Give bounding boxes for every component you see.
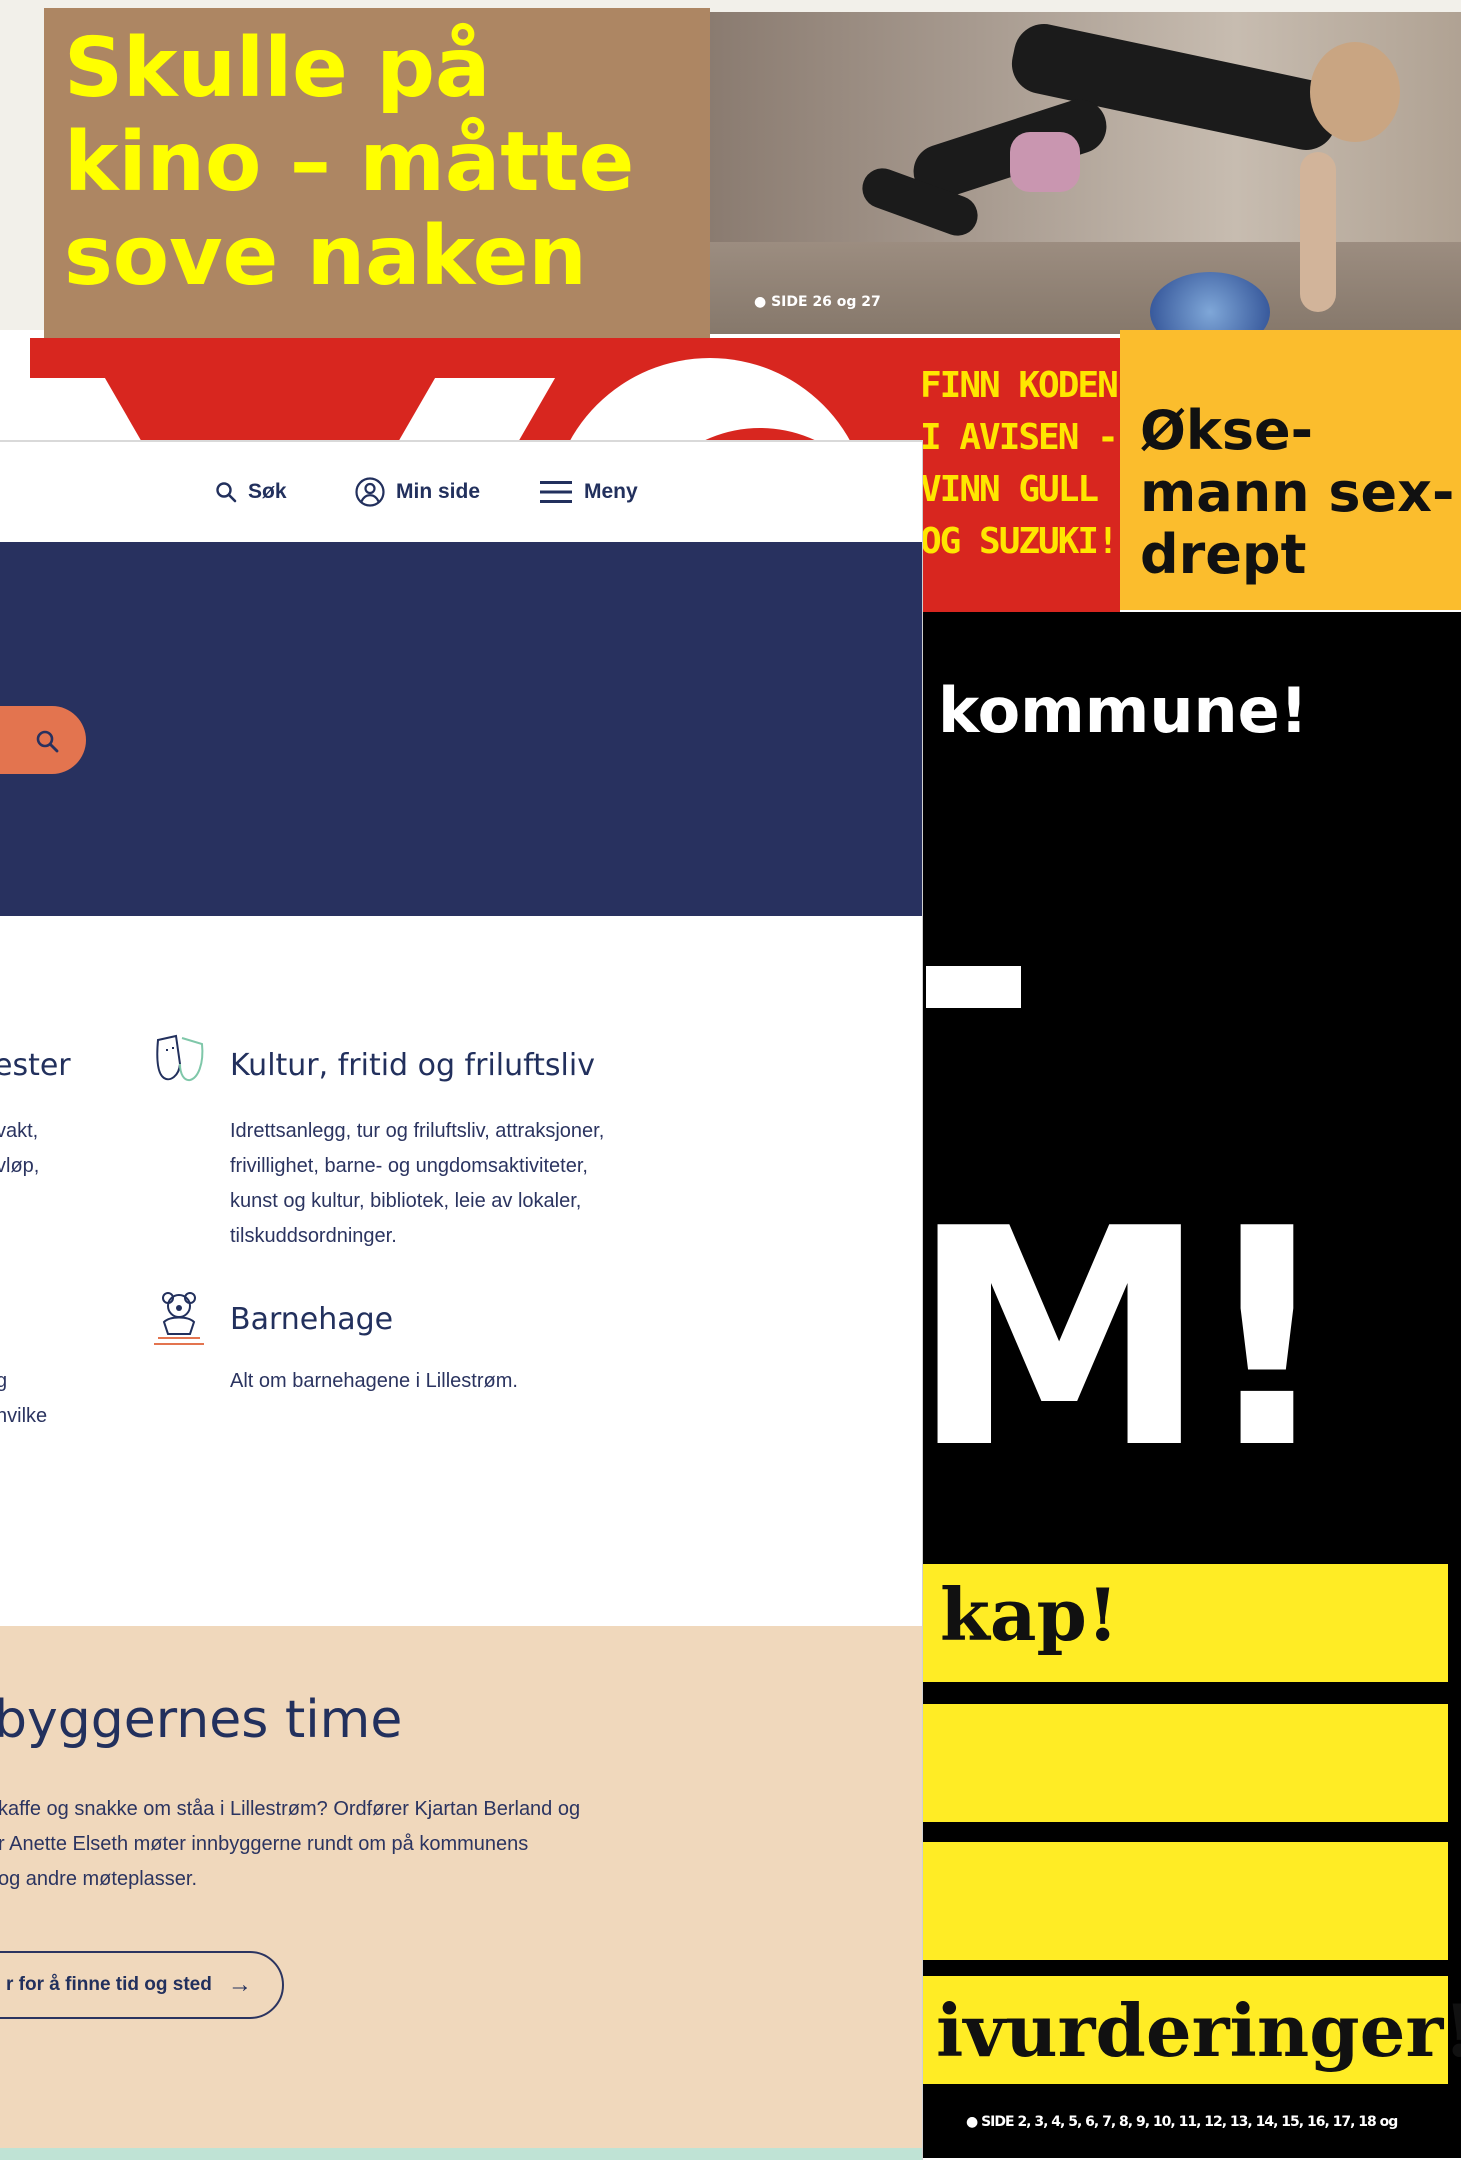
tile-title-kultur[interactable]: Kultur, fritid og friluftsliv: [230, 1048, 595, 1083]
photo-floor: [710, 242, 1461, 334]
woman-figure-arm: [1300, 152, 1336, 312]
next-section-edge: [0, 2148, 922, 2160]
headline-line: Økse-: [1140, 399, 1313, 462]
headline-line: mann sex-: [1140, 461, 1455, 524]
innbyggernes-time-text: kaffe og snakke om ståa i Lillestrøm? Or…: [0, 1792, 638, 1897]
promo-line: OG SUZUKI!: [920, 521, 1119, 562]
menu-button[interactable]: Meny: [540, 472, 638, 512]
page-references: ● SIDE 2, 3, 4, 5, 6, 7, 8, 9, 10, 11, 1…: [966, 2114, 1398, 2130]
kap-headline: kap!: [940, 1572, 1119, 1657]
tile-text-barnehage: Alt om barnehagene i Lillestrøm.: [230, 1364, 518, 1399]
resistance-band: [1010, 132, 1080, 192]
headline-line: drept: [1140, 523, 1307, 586]
user-circle-icon: [355, 477, 385, 507]
tile-text-clipped-lower: g nvilke: [0, 1364, 47, 1434]
giant-headline: M!: [910, 1165, 1335, 1514]
my-page-label: Min side: [396, 480, 481, 503]
service-tiles-section: ester vakt, vløp, Kultur, fritid og fril…: [0, 916, 922, 1626]
ivurderinger-headline: ivurderinger!: [936, 1988, 1461, 2073]
tile-title-barnehage[interactable]: Barnehage: [230, 1302, 393, 1337]
headline-line: kino – måtte: [64, 115, 635, 210]
tile-line: g: [0, 1364, 47, 1399]
search-icon: [36, 730, 59, 753]
kommune-headline: kommune!: [938, 674, 1308, 747]
okse-headline: Økse- mann sex- drept: [1140, 400, 1454, 586]
tile-line: vakt,: [0, 1120, 39, 1142]
promo-line: I AVISEN -: [920, 417, 1119, 458]
dash-mark: [926, 966, 1021, 1008]
arrow-right-icon: →: [227, 1971, 252, 1998]
tile-line: Idrettsanlegg, tur og friluftsliv, attra…: [230, 1120, 605, 1142]
yellow-bar: [922, 1704, 1448, 1822]
photo-caption: ● SIDE 26 og 27: [754, 294, 881, 310]
skulle-headline: Skulle på kino – måtte sove naken: [64, 22, 704, 304]
search-icon: [216, 482, 237, 503]
teddy-bear-icon: [154, 1292, 204, 1345]
headline-line: Skulle på: [64, 21, 491, 116]
municipality-website-window: Søk Min side Meny ester vakt, vløp, Kult…: [0, 440, 923, 2160]
search-link[interactable]: Søk: [214, 472, 287, 512]
innbyggernes-time-title: byggernes time: [0, 1690, 403, 1750]
top-navigation: Søk Min side Meny: [0, 442, 922, 542]
menu-label: Meny: [584, 480, 638, 503]
promo-line: FINN KODEN: [920, 365, 1119, 406]
button-label: r for å finne tid og sted: [6, 1974, 212, 1995]
paragraph-line: kaffe og snakke om ståa i Lillestrøm? Or…: [0, 1798, 581, 1820]
tile-line: Alt om barnehagene i Lillestrøm.: [230, 1370, 518, 1392]
paragraph-line: r Anette Elseth møter innbyggerne rundt …: [0, 1833, 529, 1855]
tile-line: frivillighet, barne- og ungdomsaktivitet…: [230, 1155, 588, 1177]
hero-search-button[interactable]: [0, 706, 86, 774]
paragraph-line: og andre møteplasser.: [0, 1868, 197, 1890]
woman-figure-head: [1310, 42, 1400, 142]
kultur-masks-icon: [156, 1034, 204, 1082]
find-time-place-button[interactable]: r for å finne tid og sted →: [0, 1951, 284, 2019]
tile-text-clipped: vakt, vløp,: [0, 1114, 39, 1184]
hero-search-banner: [0, 542, 922, 916]
tile-line: nvilke: [0, 1405, 48, 1427]
tile-title-clipped[interactable]: ester: [0, 1048, 71, 1083]
hamburger-menu-icon: [540, 481, 572, 503]
search-label: Søk: [248, 480, 287, 503]
finn-koden-promo: FINN KODEN I AVISEN - VINN GULL OG SUZUK…: [920, 360, 1120, 568]
headline-line: sove naken: [64, 209, 587, 304]
exercise-photo: ● SIDE 26 og 27: [710, 12, 1461, 334]
promo-line: VINN GULL: [920, 469, 1099, 510]
tile-line: kunst og kultur, bibliotek, leie av loka…: [230, 1190, 582, 1212]
yellow-bar: [922, 1842, 1448, 1960]
tile-line: vløp,: [0, 1155, 40, 1177]
tile-text-kultur: Idrettsanlegg, tur og friluftsliv, attra…: [230, 1114, 604, 1254]
my-page-link[interactable]: Min side: [354, 472, 480, 512]
tile-line: tilskuddsordninger.: [230, 1225, 397, 1247]
